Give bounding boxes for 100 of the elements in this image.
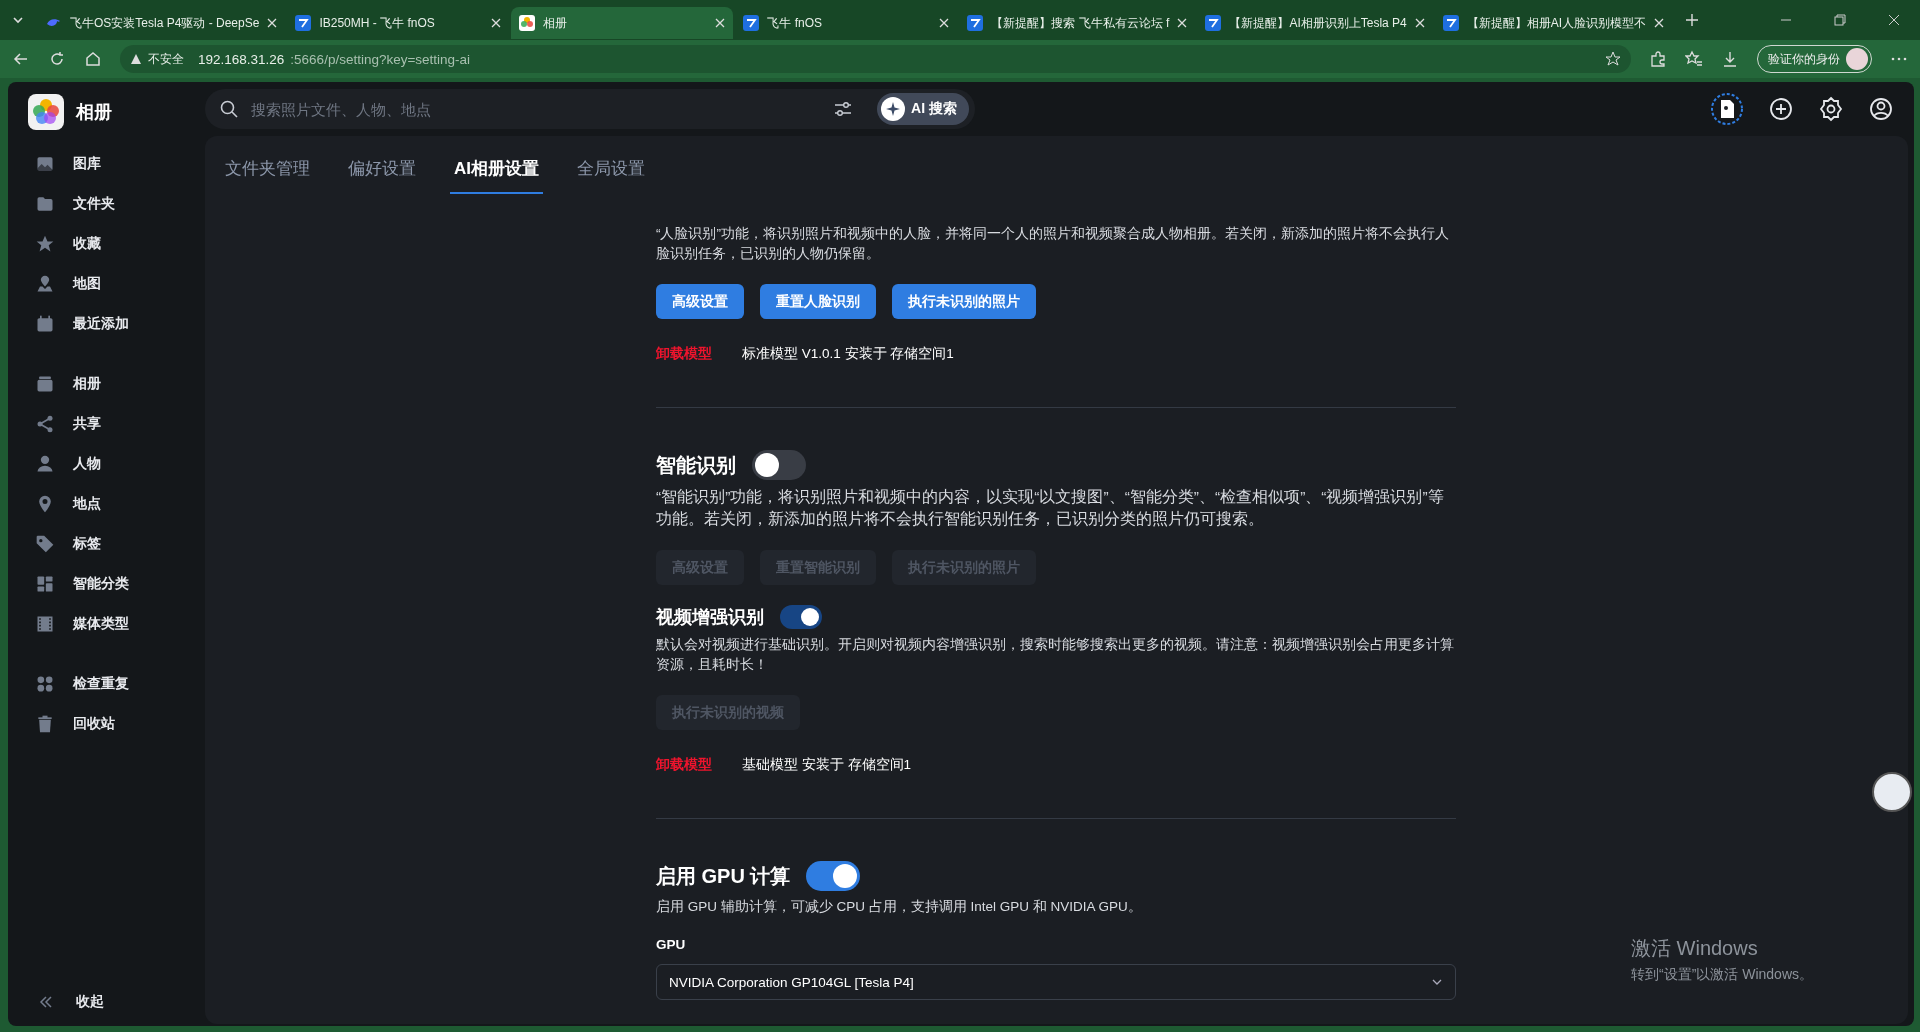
calendar-icon	[35, 314, 55, 334]
model-info: 基础模型 安装于 存储空间1	[742, 756, 911, 774]
sidebar-item[interactable]: 回收站	[8, 704, 205, 744]
gpu-select[interactable]: NVIDIA Corporation GP104GL [Tesla P4]	[656, 964, 1456, 1000]
app-logo-icon	[967, 15, 984, 31]
image-icon	[35, 154, 55, 174]
tab-title: 【新提醒】相册AI人脸识别模型不	[1466, 14, 1647, 32]
sidebar-item[interactable]: 地图	[8, 264, 205, 304]
star-icon	[35, 234, 55, 254]
puzzle-icon[interactable]	[1649, 50, 1667, 68]
sidebar-item[interactable]: 文件夹	[8, 184, 205, 224]
description-text: “智能识别”功能，将识别照片和视频中的内容，以实现“以文搜图”、“智能分类”、“检查相似项”、“视频增强识别”等功能。若关闭，新添加的照片将不会执行智能识别任务，已识别分类的照片仍可搜索。	[656, 487, 1445, 529]
action-button[interactable]: 执行未识别的照片	[892, 284, 1036, 319]
sidebar-item[interactable]: 媒体类型	[8, 604, 205, 644]
star-icon[interactable]	[1605, 51, 1621, 67]
description-text: 默认会对视频进行基础识别。开启则对视频内容增强识别，搜索时能够搜索出更多的视频。请注意：视频增强识别会占用更多计算资源，且耗时长！	[656, 636, 1455, 674]
sidebar-item[interactable]: 收藏	[8, 224, 205, 264]
settings-tab[interactable]: 偏好设置	[344, 157, 420, 194]
filter-icon[interactable]	[833, 99, 854, 119]
sidebar-item[interactable]: 人物	[8, 444, 205, 484]
collapse-button[interactable]: 收起	[8, 982, 205, 1022]
reload-icon[interactable]	[48, 50, 66, 68]
browser-tab[interactable]: 飞牛 fnOS	[735, 7, 958, 39]
browser-tab[interactable]: 相册	[511, 7, 734, 39]
sidebar-item[interactable]: 相册	[8, 364, 205, 404]
sidebar-item[interactable]: 最近添加	[8, 304, 205, 344]
sidebar-item[interactable]: 图库	[8, 144, 205, 184]
settings-icon[interactable]	[1818, 96, 1844, 122]
close-icon[interactable]	[1654, 18, 1665, 28]
settings-tab[interactable]: 全局设置	[573, 157, 649, 194]
action-button[interactable]: 高级设置	[656, 284, 744, 319]
toggle-switch[interactable]	[806, 861, 861, 891]
sparkle-icon	[881, 97, 906, 121]
section-title: 视频增强识别	[656, 606, 764, 629]
close-icon[interactable]	[1177, 18, 1188, 28]
search-icon	[219, 99, 239, 119]
trash-icon	[35, 714, 55, 734]
person-icon	[35, 454, 55, 474]
favorites-icon[interactable]	[1685, 50, 1703, 68]
double-chevron-icon	[38, 994, 54, 1010]
browser-tab[interactable]: IB250MH - 飞牛 fnOS	[287, 7, 510, 39]
tag-icon	[35, 534, 55, 554]
share-icon	[35, 414, 55, 434]
section-title: 智能识别	[656, 452, 736, 478]
sidebar-item[interactable]: 检查重复	[8, 664, 205, 704]
home-icon[interactable]	[84, 50, 102, 68]
restore-icon[interactable]	[1834, 14, 1846, 26]
action-button[interactable]: 重置人脸识别	[760, 284, 876, 319]
address-bar[interactable]: 不安全 192.168.31.26 :5666/p/setting?key=setting-ai	[120, 45, 1631, 73]
close-icon[interactable]	[267, 18, 278, 28]
app-logo-icon	[1442, 15, 1459, 31]
search-field[interactable]: 搜索照片文件、人物、地点 AI 搜索	[205, 89, 975, 129]
close-icon[interactable]	[491, 18, 502, 28]
section-title: 启用 GPU 计算	[656, 863, 791, 889]
tab-title: IB250MH - 飞牛 fnOS	[319, 14, 436, 32]
new-tab-icon[interactable]	[1684, 12, 1701, 28]
tab-title: 飞牛 fnOS	[767, 14, 824, 32]
browser-tab[interactable]: 【新提醒】搜索 飞牛私有云论坛 f	[959, 7, 1196, 39]
close-icon[interactable]	[939, 18, 950, 28]
tab-title: 相册	[543, 14, 569, 32]
app-logo-icon	[28, 94, 64, 130]
film-icon	[35, 614, 55, 634]
sidebar-item[interactable]: 标签	[8, 524, 205, 564]
dots-icon	[35, 674, 55, 694]
ai-search-button[interactable]: AI 搜索	[877, 93, 969, 125]
tab-title: 【新提醒】AI相册识别上Tesla P4	[1229, 14, 1407, 32]
close-icon[interactable]	[1414, 18, 1425, 28]
upload-progress-icon[interactable]	[1710, 92, 1744, 126]
close-icon[interactable]	[715, 18, 726, 28]
description-text: 启用 GPU 辅助计算，可减少 CPU 占用，支持调用 Intel GPU 和 NVIDIA GPU。	[656, 898, 1143, 916]
tab-title: 飞牛OS安装Tesla P4驱动 - DeepSe	[70, 14, 260, 32]
browser-tab[interactable]: 【新提醒】相册AI人脸识别模型不	[1434, 7, 1673, 39]
description-text: “人脸识别”功能，将识别照片和视频中的人脸，并将同一个人的照片和视频聚合成人物相册。若关闭，新添加的照片将不会执行人脸识别任务，已识别的人物仍保留。	[656, 225, 1450, 263]
settings-tab[interactable]: AI相册设置	[450, 157, 543, 194]
sidebar-item[interactable]: 共享	[8, 404, 205, 444]
activation-text: 转到“设置”以激活 Windows。	[1631, 966, 1813, 984]
album-icon	[35, 374, 55, 394]
map-icon	[35, 274, 55, 294]
grid-icon	[35, 574, 55, 594]
uninstall-link[interactable]: 卸载模型	[656, 345, 712, 363]
activation-title: 激活 Windows	[1631, 936, 1759, 961]
app-logo-icon	[295, 15, 312, 31]
add-icon[interactable]	[1768, 96, 1794, 122]
close-icon[interactable]	[1888, 14, 1900, 26]
account-icon[interactable]	[1868, 96, 1894, 122]
toggle-switch[interactable]	[752, 450, 806, 480]
flower-icon	[519, 15, 536, 31]
sidebar-item[interactable]: 地点	[8, 484, 205, 524]
app-logo-icon	[743, 15, 760, 31]
download-icon[interactable]	[1721, 50, 1739, 68]
tab-title: 【新提醒】搜索 飞牛私有云论坛 f	[991, 14, 1170, 32]
settings-tab[interactable]: 文件夹管理	[221, 157, 314, 194]
app-name: 相册	[76, 101, 112, 124]
browser-tab[interactable]: 飞牛OS安装Tesla P4驱动 - DeepSe	[38, 7, 286, 39]
avatar-icon	[1846, 48, 1868, 70]
model-info: 标准模型 V1.0.1 安装于 存储空间1	[742, 345, 954, 363]
browser-tab[interactable]: 【新提醒】AI相册识别上Tesla P4	[1197, 7, 1433, 39]
sidebar-item[interactable]: 智能分类	[8, 564, 205, 604]
folder-icon	[35, 194, 55, 214]
app-logo-icon	[1205, 15, 1222, 31]
